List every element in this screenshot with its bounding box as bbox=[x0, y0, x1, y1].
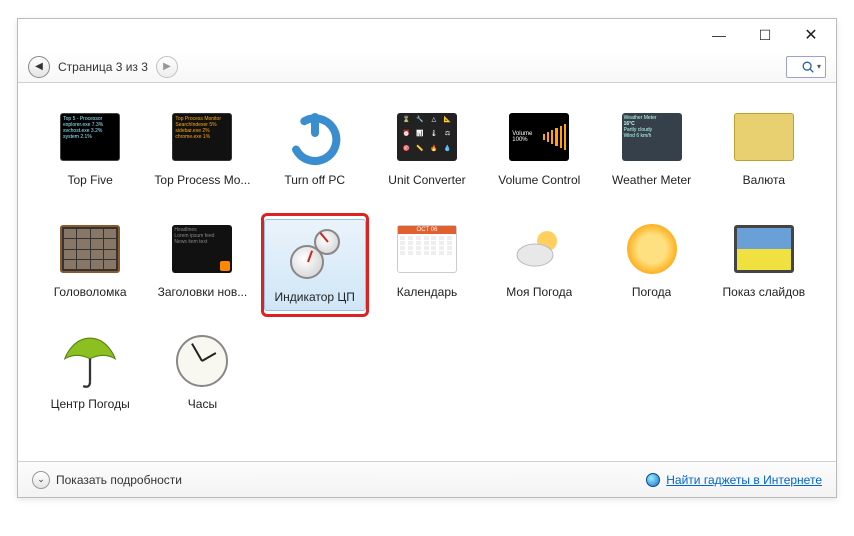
gadget-calendar[interactable]: OCT 06 Календарь bbox=[373, 213, 481, 317]
page-indicator: Страница 3 из 3 bbox=[58, 60, 148, 74]
nav-back-button[interactable]: ◀ bbox=[28, 56, 50, 78]
unit-converter-icon: ⌛🔧△📐⏰📊🌡⚖🎯📏🔥💧 bbox=[395, 107, 459, 167]
top-five-icon: Top 5 - Processorexplorer.exe 7.3%svchos… bbox=[58, 107, 122, 167]
gadget-label: Volume Control bbox=[498, 173, 580, 187]
gadget-currency[interactable]: Валюта bbox=[710, 101, 818, 205]
gadget-gallery-window: — ☐ ✕ ◀ Страница 3 из 3 ▶ ▾ Top 5 - Proc… bbox=[17, 18, 837, 498]
minimize-button[interactable]: — bbox=[696, 20, 742, 50]
gadget-label: Календарь bbox=[397, 285, 458, 299]
search-box[interactable]: ▾ bbox=[786, 56, 826, 78]
chevron-down-icon: ⌄ bbox=[32, 471, 50, 489]
details-label: Показать подробности bbox=[56, 473, 182, 487]
sun-icon bbox=[620, 219, 684, 279]
currency-icon bbox=[732, 107, 796, 167]
gadget-label: Валюта bbox=[743, 173, 785, 187]
weather-meter-icon: Weather Meter16°CPartly cloudyWind 6 km/… bbox=[620, 107, 684, 167]
slideshow-icon bbox=[732, 219, 796, 279]
show-details-toggle[interactable]: ⌄ Показать подробности bbox=[32, 471, 182, 489]
gadget-turn-off-pc[interactable]: Turn off PC bbox=[261, 101, 369, 205]
rss-icon: HeadlinesLorem ipsum feedNews item text bbox=[170, 219, 234, 279]
gadget-label: Turn off PC bbox=[284, 173, 345, 187]
gadget-volume-control[interactable]: Volume 100% Volume Control bbox=[485, 101, 593, 205]
cpu-gauge-icon bbox=[283, 224, 347, 284]
gadget-label: Индикатор ЦП bbox=[274, 290, 354, 304]
puzzle-icon bbox=[58, 219, 122, 279]
gadget-top-five[interactable]: Top 5 - Processorexplorer.exe 7.3%svchos… bbox=[36, 101, 144, 205]
gadget-clock[interactable]: Часы bbox=[148, 325, 256, 429]
gadget-grid-area: Top 5 - Processorexplorer.exe 7.3%svchos… bbox=[18, 83, 836, 461]
online-link-label: Найти гаджеты в Интернете bbox=[666, 473, 822, 487]
gadget-unit-converter[interactable]: ⌛🔧△📐⏰📊🌡⚖🎯📏🔥💧 Unit Converter bbox=[373, 101, 481, 205]
titlebar: — ☐ ✕ bbox=[18, 19, 836, 51]
gadget-slideshow[interactable]: Показ слайдов bbox=[710, 213, 818, 317]
clock-icon bbox=[170, 331, 234, 391]
search-icon bbox=[801, 60, 815, 74]
umbrella-icon bbox=[58, 331, 122, 391]
power-icon bbox=[283, 107, 347, 167]
gadget-label: Показ слайдов bbox=[723, 285, 806, 299]
gadget-cpu-indicator[interactable]: Индикатор ЦП bbox=[261, 213, 369, 317]
close-button[interactable]: ✕ bbox=[788, 20, 834, 50]
gadget-label: Головоломка bbox=[54, 285, 127, 299]
gadget-weather[interactable]: Погода bbox=[597, 213, 705, 317]
gadget-label: Weather Meter bbox=[612, 173, 691, 187]
calendar-icon: OCT 06 bbox=[395, 219, 459, 279]
gadget-label: Центр Погоды bbox=[51, 397, 130, 411]
search-dropdown-icon[interactable]: ▾ bbox=[817, 62, 821, 71]
gadget-label: Top Process Mo... bbox=[154, 173, 250, 187]
find-gadgets-online-link[interactable]: Найти гаджеты в Интернете bbox=[646, 473, 822, 487]
top-process-monitor-icon: Top Process MonitorSearchIndexer 5%sideb… bbox=[170, 107, 234, 167]
gadget-weather-meter[interactable]: Weather Meter16°CPartly cloudyWind 6 km/… bbox=[597, 101, 705, 205]
gadget-label: Моя Погода bbox=[506, 285, 572, 299]
gadget-label: Часы bbox=[188, 397, 217, 411]
maximize-button[interactable]: ☐ bbox=[742, 20, 788, 50]
weather-cloud-sun-icon bbox=[507, 219, 571, 279]
globe-icon bbox=[646, 473, 660, 487]
gadget-label: Погода bbox=[632, 285, 672, 299]
gadget-my-weather[interactable]: Моя Погода bbox=[485, 213, 593, 317]
volume-control-icon: Volume 100% bbox=[507, 107, 571, 167]
navigation-bar: ◀ Страница 3 из 3 ▶ ▾ bbox=[18, 51, 836, 83]
gadget-puzzle[interactable]: Головоломка bbox=[36, 213, 144, 317]
gadget-weather-center[interactable]: Центр Погоды bbox=[36, 325, 144, 429]
gadget-label: Заголовки нов... bbox=[158, 285, 248, 299]
gadget-label: Top Five bbox=[67, 173, 112, 187]
footer-bar: ⌄ Показать подробности Найти гаджеты в И… bbox=[18, 461, 836, 497]
gadget-top-process-monitor[interactable]: Top Process MonitorSearchIndexer 5%sideb… bbox=[148, 101, 256, 205]
gadget-news-headlines[interactable]: HeadlinesLorem ipsum feedNews item text … bbox=[148, 213, 256, 317]
nav-forward-button[interactable]: ▶ bbox=[156, 56, 178, 78]
gadget-label: Unit Converter bbox=[388, 173, 465, 187]
